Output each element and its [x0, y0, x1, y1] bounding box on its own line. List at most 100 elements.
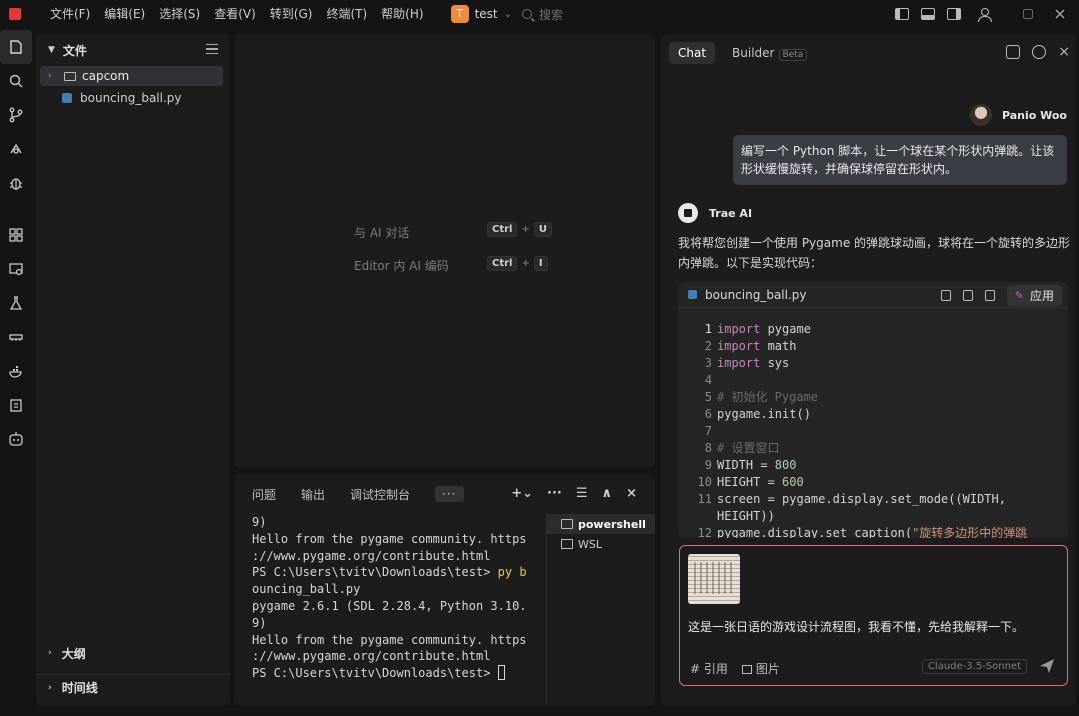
close-window-button[interactable] [1053, 7, 1067, 21]
terminal-line-cmd: PS C:\Users\tvitv\Downloads\test> py b [252, 564, 542, 581]
terminal-prompt: PS C:\Users\tvitv\Downloads\test> [252, 666, 498, 681]
code-token: pygame [760, 322, 811, 336]
terminal-item-powershell[interactable]: powershell [547, 514, 655, 534]
account-icon[interactable] [977, 7, 992, 22]
key: Ctrl [487, 256, 518, 271]
project-badge: T [450, 5, 469, 23]
terminal-list: powershell WSL [546, 514, 655, 704]
timeline-title: 时间线 [61, 681, 98, 695]
terminal-prompt: PS C:\Users\tvitv\Downloads\test> [252, 565, 498, 580]
history-icon[interactable] [1032, 45, 1047, 59]
chat-input-box[interactable]: 这是一张日语的游戏设计流程图，我看不懂，先给我解释一下。 # 引用 图片 Cla… [679, 545, 1068, 686]
close-icon[interactable]: × [1058, 45, 1070, 59]
code-token: 800 [774, 458, 797, 472]
tab-debug-console[interactable]: 调试控制台 [350, 486, 410, 503]
reference-button[interactable]: # 引用 [690, 660, 728, 677]
terminal-item-wsl[interactable]: WSL [547, 534, 655, 554]
terminal-line: 9) [252, 515, 267, 529]
menu-file[interactable]: 文件(F) [43, 0, 97, 28]
terminal-item-label: powershell [578, 517, 646, 531]
send-button[interactable] [1039, 658, 1055, 674]
python-file-icon [688, 290, 697, 299]
trae-ai-icon [678, 203, 698, 223]
menu-help[interactable]: 帮助(H) [374, 0, 430, 28]
tab-chat[interactable]: Chat [669, 42, 716, 64]
ports-icon[interactable] [0, 320, 32, 354]
menu-edit[interactable]: 编辑(E) [97, 0, 152, 28]
search-icon[interactable] [0, 64, 32, 98]
bug-icon[interactable] [0, 166, 32, 200]
code-token: "旋转多边形中的弹跳 [912, 526, 1028, 538]
timeline-section[interactable]: › 时间线 [36, 674, 230, 700]
docker-icon[interactable] [0, 354, 32, 388]
key-plus: + [521, 258, 530, 269]
editor-area[interactable]: 与 AI 对话 Ctrl + U Editor 内 AI 编码 Ctrl + I [234, 34, 655, 468]
send-icon [1040, 659, 1054, 673]
menu-selection[interactable]: 选择(S) [152, 0, 207, 28]
key: U [533, 222, 552, 237]
new-chat-icon[interactable] [1006, 45, 1021, 59]
tab-builder[interactable]: Builder Beta [723, 42, 816, 64]
tab-output[interactable]: 输出 [301, 486, 325, 503]
more-icon[interactable]: ··· [547, 486, 562, 501]
code-content[interactable]: 1 import pygame 2 import math 3 import sys 4 5 #… [678, 321, 1068, 538]
shortcut-inline: Ctrl + I [487, 256, 548, 271]
menu-view[interactable]: 查看(V) [207, 0, 263, 28]
code-token: WIDTH = [717, 458, 775, 472]
chevron-right-icon: › [48, 648, 52, 658]
search-box[interactable]: 搜索 [522, 0, 563, 28]
new-file-icon[interactable] [984, 290, 995, 301]
key: Ctrl [487, 222, 518, 237]
folder-icon [64, 71, 76, 81]
split-icon[interactable]: ☰ [576, 486, 588, 501]
line-number: 6 [704, 407, 712, 421]
maximize-button[interactable] [1023, 9, 1033, 19]
tree-item-label: capcom [82, 69, 130, 83]
chevron-down-icon: ▼ [48, 45, 55, 55]
testing-icon[interactable] [0, 286, 32, 320]
explorer-icon[interactable] [0, 30, 32, 64]
code-token: pygame.init() [717, 407, 811, 421]
outline-section[interactable]: › 大纲 [36, 640, 230, 666]
code-line: HEIGHT)) [678, 508, 1068, 525]
outline-title: 大纲 [61, 646, 86, 661]
tree-item-folder[interactable]: › capcom [40, 66, 223, 86]
run-debug-icon[interactable] [0, 132, 32, 166]
apply-button[interactable]: ✎ 应用 [1006, 285, 1062, 306]
extensions-icon[interactable] [0, 218, 32, 252]
project-name: test [474, 7, 498, 21]
hint-chat-label: 与 AI 对话 [354, 226, 410, 240]
chat-input-text[interactable]: 这是一张日语的游戏设计流程图，我看不懂，先给我解释一下。 [688, 618, 1024, 635]
clipboard-icon[interactable] [0, 388, 32, 422]
menu-terminal[interactable]: 终端(T) [319, 0, 374, 28]
close-panel-icon[interactable]: × [626, 486, 637, 501]
project-switcher[interactable]: T test ⌄ [450, 5, 512, 23]
terminal-line: Hello from the pygame community. https [252, 531, 527, 546]
toggle-sidebar-icon[interactable] [895, 8, 909, 20]
model-selector[interactable]: Claude-3.5-Sonnet [921, 659, 1027, 674]
copy-icon[interactable] [940, 290, 951, 301]
maximize-panel-icon[interactable]: ∧ [602, 486, 613, 501]
line-number: 3 [704, 356, 712, 370]
attached-image-thumbnail[interactable] [688, 554, 740, 604]
image-button[interactable]: 图片 [741, 660, 780, 677]
line-number [678, 508, 712, 525]
ai-message: 我将帮您创建一个使用 Pygame 的弹跳球动画，球将在一个旋转的多边形内弹跳。… [678, 236, 1071, 270]
more-tabs-button[interactable]: ··· [435, 486, 464, 502]
toggle-panel-icon[interactable] [921, 8, 935, 20]
status-bar [0, 708, 1079, 716]
explorer-header[interactable]: ▼ 文件 [36, 34, 230, 66]
source-control-icon[interactable] [0, 98, 32, 132]
tree-item-file[interactable]: bouncing_ball.py [36, 88, 230, 108]
insert-icon[interactable] [962, 290, 973, 301]
new-terminal-icon[interactable]: +⌄ [511, 486, 533, 501]
tab-problems[interactable]: 问题 [252, 486, 276, 503]
line-number: 12 [697, 526, 712, 538]
remote-explorer-icon[interactable] [0, 252, 32, 286]
ai-agent-icon[interactable] [0, 422, 32, 456]
ai-name: Trae AI [709, 206, 753, 220]
toggle-chat-icon[interactable] [947, 8, 961, 20]
filter-icon[interactable] [206, 44, 218, 54]
menu-go[interactable]: 转到(G) [263, 0, 320, 28]
terminal-output[interactable]: 9) Hello from the pygame community. https… [252, 514, 542, 682]
